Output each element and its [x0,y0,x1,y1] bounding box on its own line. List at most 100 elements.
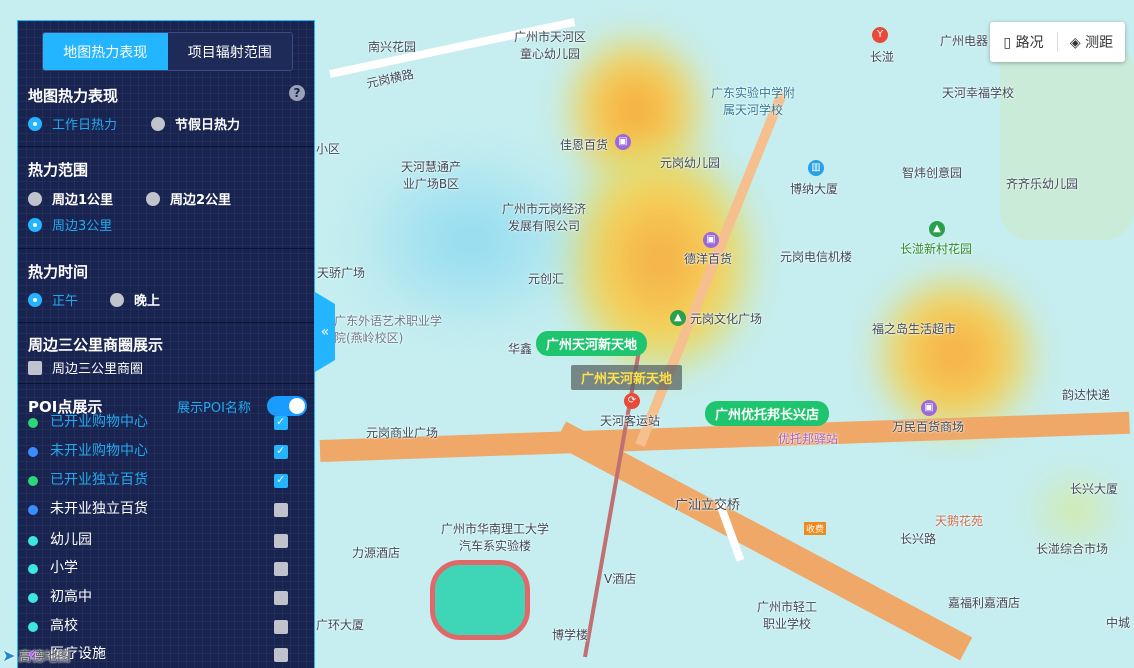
radio-holiday[interactable]: 节假日热力 [151,114,240,133]
map-label: 收费 [804,522,827,535]
radio-icon [28,191,42,206]
map-label: 长兴路 [900,532,937,546]
stadium [430,560,530,640]
heat-zone [880,280,1030,430]
poi-checkbox[interactable] [274,444,288,459]
radio-range-3km[interactable]: 周边3公里 [28,215,112,234]
map-label: 嘉福利嘉酒店 [948,596,1021,610]
radio-range-1km[interactable]: 周边1公里 [28,189,113,208]
radio-workday[interactable]: 工作日热力 [28,114,117,133]
radio-range-2km[interactable]: 周边2公里 [146,189,231,208]
checkbox-business-circle[interactable]: 周边三公里商圈 [28,358,143,377]
radio-evening[interactable]: 晚上 [110,290,160,309]
section-title: 热力时间 [28,263,89,281]
poi-item[interactable]: 未开业购物中心 [18,443,314,460]
map-label: 广州市轻工职业学校 [756,600,817,631]
station-icon[interactable]: ⟳ [624,393,640,409]
panel-tabs: 地图热力表现 项目辐射范围 [42,32,293,71]
poi-item-label: 小学 [50,560,78,576]
radio-icon [28,217,42,232]
radio-icon [151,116,165,131]
radio-icon [146,191,160,206]
park-icon[interactable]: ▲ [670,310,686,326]
radio-noon[interactable]: 正午 [28,290,78,309]
attribution: ➤ 高德地图 [2,646,70,665]
traffic-button[interactable]: ▯ 路况 [990,32,1058,52]
map-label: 长湴 [870,50,895,64]
poi-checkbox[interactable] [274,503,288,517]
map-label: 万民百货商场 [892,420,965,434]
poi-item[interactable]: 已开业购物中心 [18,414,314,431]
park-icon[interactable]: ▲ [929,221,945,237]
poi-checkbox[interactable] [274,620,288,634]
tab-heatmap[interactable]: 地图热力表现 [43,33,168,70]
map-label: 广州电器 [940,34,989,48]
poi-color-dot [28,536,38,546]
option-label: 周边三公里商圈 [52,362,144,377]
option-label: 正午 [52,294,79,309]
mall-icon[interactable]: ▣ [703,232,719,248]
poi-item[interactable]: 高校 [18,618,314,635]
map-label: 博纳大厦 [790,182,839,196]
metro-icon[interactable]: Y [872,27,888,43]
map-label: 天骄广场 [317,266,366,280]
option-label: 周边2公里 [170,193,232,208]
project-tag[interactable]: 广州优托邦长兴店 [705,401,830,426]
map-label: 中城 [1106,616,1131,630]
project-tag[interactable]: 广州天河新天地 [536,331,648,356]
poi-item[interactable]: 未开业独立百货 [18,501,314,518]
poi-checkbox[interactable] [274,415,288,430]
poi-checkbox[interactable] [274,562,288,576]
poi-item-label: 初高中 [50,589,92,605]
map-label: 博学楼 [552,628,589,642]
poi-checkbox[interactable] [274,648,288,662]
option-label: 晚上 [134,294,161,309]
building-icon[interactable]: ▥ [808,160,824,176]
map-label: 元岗幼儿园 [660,156,721,170]
heat-mode-section: 地图热力表现 ? 工作日热力 节假日热力 [18,81,314,147]
project-tag[interactable]: 广州天河新天地 [571,365,683,390]
poi-checkbox[interactable] [274,534,288,548]
poi-checkbox[interactable] [274,473,288,488]
mall-icon[interactable]: ▣ [921,400,937,416]
section-title: 地图热力表现 [28,87,119,105]
poi-checkbox[interactable] [274,591,288,605]
poi-item[interactable]: 幼儿园 [18,532,314,549]
mall-icon[interactable]: ▣ [615,134,631,150]
option-label: 节假日热力 [175,118,241,133]
poi-item[interactable]: 已开业独立百货 [18,472,314,489]
measure-button[interactable]: ◈ 测距 [1058,32,1125,52]
map-label: 元岗文化广场 [690,312,763,326]
map-label: 广东实验中学附属天河学校 [710,86,795,117]
map-label: 天河幸福学校 [942,86,1015,100]
business-section: 周边三公里商圈展示 周边三公里商圈 [18,324,314,384]
section-title: 热力范围 [28,161,89,179]
map-label: 元岗商业广场 [366,426,439,440]
map-label: 天河客运站 [600,414,661,428]
map-label: 德洋百货 [684,252,733,266]
tab-radiation-range[interactable]: 项目辐射范围 [167,33,292,70]
attribution-text: 高德地图 [18,650,71,665]
radio-icon [28,116,42,131]
map-label: 华鑫 [508,342,533,356]
map-label: 齐齐乐幼儿园 [1006,177,1079,191]
toggle-knob [289,398,305,414]
collapse-panel-button[interactable]: « [315,292,335,372]
measure-label: 测距 [1085,35,1114,51]
poi-item[interactable]: 初高中 [18,589,314,606]
radio-icon [110,292,124,307]
map-label: 广东外语艺术职业学院(燕岭校区) [334,314,443,345]
poi-item[interactable]: 小学 [18,560,314,577]
map-label: 长兴大厦 [1070,482,1119,496]
map-label: 广州市天河区童心幼儿园 [513,30,586,61]
map-label: 长湴综合市场 [1036,542,1109,556]
show-poi-name-toggle[interactable] [267,396,307,416]
poi-item-label: 已开业购物中心 [50,414,148,430]
map-label: V酒店 [604,572,637,586]
question-circle-icon[interactable]: ? [289,85,305,101]
map-label: 智炜创意园 [902,166,963,180]
option-label: 工作日热力 [52,118,118,133]
map-label: 佳恩百货 [560,138,609,152]
poi-item-label: 已开业独立百货 [50,472,148,488]
poi-color-dot [28,447,38,457]
